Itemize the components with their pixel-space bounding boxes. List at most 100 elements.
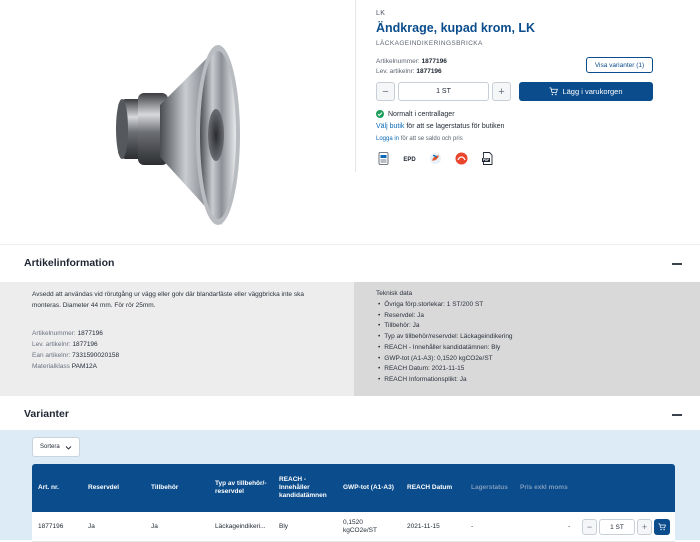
article-info-title: Artikelinformation [24,257,115,269]
list-item: REACH - Innehåller kandidatämnen: Bly [378,343,513,354]
list-item: Övriga förp.storlekar: 1 ST/200 ST [378,300,513,311]
column-header-gwp[interactable]: GWP-tot (A1-A3) [343,464,403,512]
product-image [116,45,240,225]
variants-header[interactable]: Varianter [0,396,700,434]
vertical-divider [355,0,356,172]
list-item: Reservdel: Ja [378,311,513,322]
table-row: 1877196 Ja Ja Läckageindikeri... Bly 0,1… [32,512,675,542]
sort-label: Sortera [40,444,60,450]
list-item: GWP-tot (A1-A3): 0,1520 kgCO2e/ST [378,354,513,365]
info-field: Artikelnummer: 1877196 [32,330,103,337]
info-field-label: Lev. artikelnr: [32,341,71,348]
check-icon [376,110,384,118]
supplier-article-value: 1877196 [416,68,442,75]
cell-typ: Läckageindikeri... [215,523,266,530]
column-header-reach[interactable]: REACH - Innehåller kandidatämnen [279,464,335,512]
cell-tillbehor: Ja [151,523,158,530]
table-header: Art. nr. Reservdel Tillbehör Typ av till… [32,464,675,512]
info-field: Materialklass PAM12A [32,363,97,370]
info-field-value: 1877196 [77,330,103,337]
list-item: Typ av tillbehör/reservdel: Läckageindik… [378,332,512,343]
column-header-pris: Pris exkl moms [520,484,568,491]
column-header-lagerstatus: Lagerstatus [471,484,508,491]
row-quantity-input[interactable]: 1 ST [599,519,635,535]
article-info-left: Avsedd att användas vid rörutgång ur väg… [0,282,354,398]
login-line-text: för att se saldo och pris [399,136,463,142]
collapse-icon[interactable] [672,263,682,265]
technical-data: Teknisk data Övriga förp.storlekar: 1 ST… [354,282,700,398]
info-field-value: 7331590020158 [72,352,120,359]
add-to-cart-label: Lägg i varukorgen [562,87,623,96]
info-field-label: Artikelnummer: [32,330,76,337]
quantity-plus-button[interactable]: + [492,82,511,101]
document-icons: EPD PDF [376,151,495,166]
show-variants-button[interactable]: Visa varianter (1) [586,57,653,73]
info-field: Lev. artikelnr: 1877196 [32,341,98,348]
article-number-label: Artikelnummer: [376,58,420,65]
login-link[interactable]: Logga in [376,136,399,142]
list-item: REACH Informationsplikt: Ja [378,375,513,386]
collapse-icon[interactable] [672,414,682,416]
product-section: LK Ändkrage, kupad krom, LK LÄCKAGEINDIK… [0,0,700,240]
info-field-value: PAM12A [71,363,97,370]
column-header-datum[interactable]: REACH Datum [407,464,467,512]
cell-art[interactable]: 1877196 [38,512,63,542]
pdf-icon-text: PDF [483,158,489,162]
quantity-stepper: − 1 ST + [376,82,516,101]
stock-status-text: Normalt i centrallager [388,110,455,118]
row-add-to-cart-button[interactable] [654,519,670,535]
stock-status: Normalt i centrallager [376,110,455,118]
sort-dropdown[interactable]: Sortera [32,437,80,457]
supplier-article-number: Lev. artikelnr: 1877196 [376,68,442,75]
pdf-icon[interactable]: PDF [480,151,495,166]
epd-icon[interactable]: EPD [402,151,417,166]
article-number: Artikelnummer: 1877196 [376,58,447,65]
chevron-down-icon [65,445,72,450]
info-field: Ean artikelnr: 7331590020158 [32,352,119,359]
row-quantity-stepper: − 1 ST + [582,519,653,535]
row-plus-button[interactable]: + [637,519,652,535]
store-line-text: för att se lagerstatus för butiken [404,123,505,130]
technical-data-title: Teknisk data [376,290,413,297]
cart-icon [658,523,666,531]
store-line: Välj butik för att se lagerstatus för bu… [376,123,504,130]
epd-icon-text: EPD [403,157,416,163]
info-field-label: Materialklass [32,363,70,370]
column-header-reservdel[interactable]: Reservdel [88,464,148,512]
cart-icon [549,87,559,96]
info-field-label: Ean artikelnr: [32,352,71,359]
supplier-article-label: Lev. artikelnr: [376,68,415,75]
variants-body: Sortera Art. nr. Reservdel Tillbehör Typ… [0,430,700,542]
cell-reservdel: Ja [88,523,95,530]
login-line: Logga in för att se saldo och pris [376,136,463,142]
brand-label: LK [376,10,386,17]
column-header-typ[interactable]: Typ av tillbehör/-reservdel [215,464,273,512]
variants-table: Art. nr. Reservdel Tillbehör Typ av till… [32,464,675,542]
article-info-panel: Avsedd att användas vid rörutgång ur väg… [0,282,700,398]
add-to-cart-button[interactable]: Lägg i varukorgen [519,82,653,101]
cell-datum: 2021-11-15 [407,523,440,530]
product-title: Ändkrage, kupad krom, LK [376,21,536,35]
article-info-header[interactable]: Artikelinformation [0,244,700,282]
quantity-input[interactable]: 1 ST [398,82,489,101]
technical-data-list: Övriga förp.storlekar: 1 ST/200 ST Reser… [378,300,513,386]
article-description: Avsedd att användas vid rörutgång ur väg… [32,291,304,309]
safety-icon[interactable] [454,151,469,166]
variants-title: Varianter [24,408,69,420]
column-header-art[interactable]: Art. nr. [38,464,88,512]
column-header-tillbehor[interactable]: Tillbehör [151,464,211,512]
environment-icon[interactable] [428,151,443,166]
product-subtitle: LÄCKAGEINDIKERINGSBRICKA [376,40,483,47]
datasheet-icon[interactable] [376,151,391,166]
list-item: REACH Datum: 2021-11-15 [378,364,513,375]
cell-lagerstatus: - [471,523,474,530]
article-number-value: 1877196 [421,58,447,65]
cell-reach: Bly [279,523,289,530]
choose-store-link[interactable]: Välj butik [376,123,404,130]
cell-pris: - [568,523,571,530]
quantity-minus-button[interactable]: − [376,82,395,101]
row-minus-button[interactable]: − [582,519,597,535]
list-item: Tillbehör: Ja [378,321,513,332]
cell-gwp: 0,1520 kgCO2e/ST [343,519,377,534]
info-field-value: 1877196 [72,341,98,348]
